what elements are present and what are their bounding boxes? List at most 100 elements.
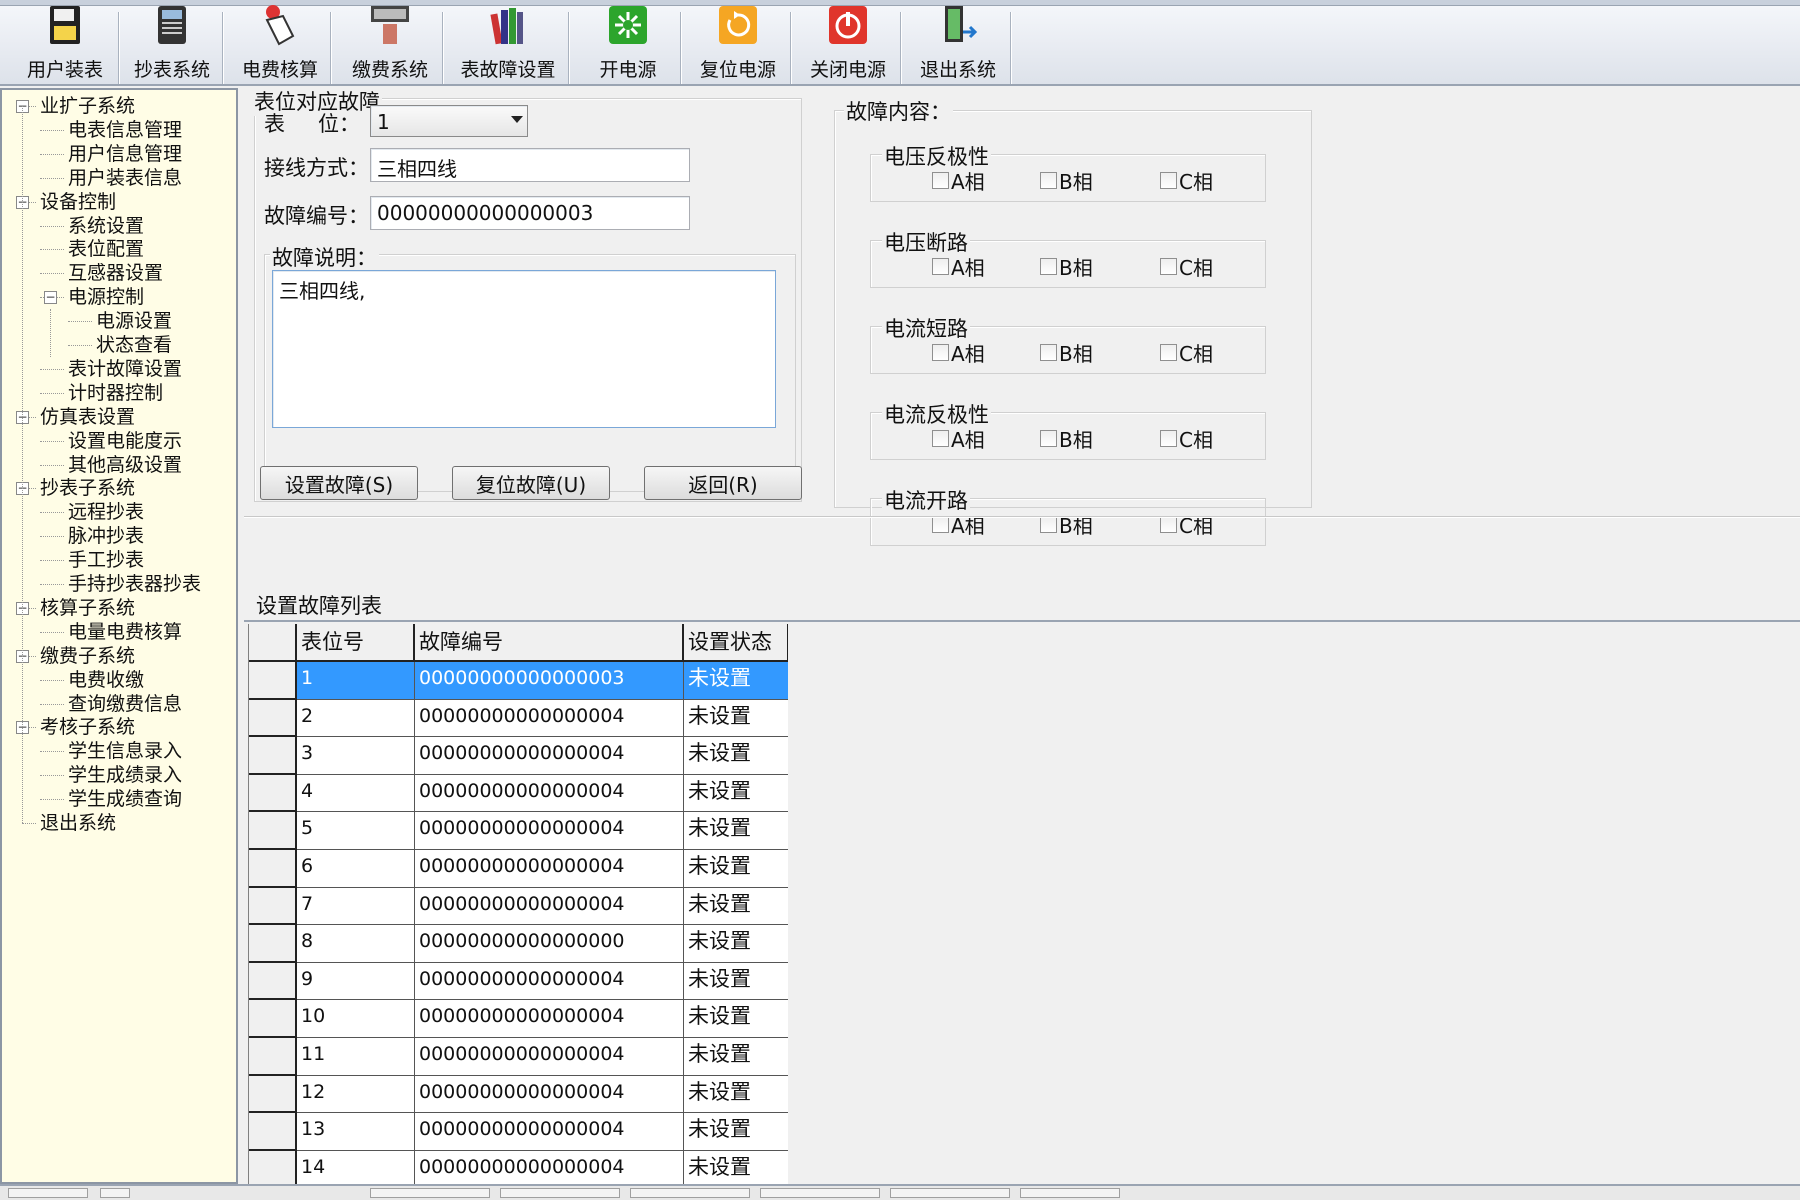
row-header[interactable]: [249, 1038, 297, 1076]
grid-column-header[interactable]: 故障编号: [415, 624, 684, 662]
checkbox-square[interactable]: [1160, 344, 1177, 361]
row-header[interactable]: [249, 925, 297, 963]
tree-item[interactable]: 互感器设置: [68, 261, 163, 285]
toolbar-button[interactable]: 用户装表: [10, 6, 120, 84]
tree-item[interactable]: 核算子系统: [40, 596, 135, 620]
tree-item[interactable]: 电费收缴: [68, 668, 144, 692]
table-row[interactable]: 5 00000000000000004 未设置: [249, 812, 788, 850]
table-row[interactable]: 3 00000000000000004 未设置: [249, 737, 788, 775]
phase-checkbox[interactable]: C相: [1160, 510, 1213, 539]
row-header[interactable]: [249, 1000, 297, 1038]
row-header[interactable]: [249, 737, 297, 775]
tree-item[interactable]: 缴费子系统: [40, 644, 135, 668]
row-header[interactable]: [249, 1150, 297, 1184]
phase-checkbox[interactable]: A相: [932, 166, 985, 195]
checkbox-square[interactable]: [932, 258, 949, 275]
table-row[interactable]: 14 00000000000000004 未设置: [249, 1150, 788, 1184]
toolbar-button[interactable]: 抄表系统: [120, 6, 224, 84]
row-header[interactable]: [249, 962, 297, 1001]
fault-desc-textarea[interactable]: 三相四线,: [272, 270, 776, 428]
table-row[interactable]: 11 00000000000000004 未设置: [249, 1038, 788, 1076]
tree-item[interactable]: 远程抄表: [68, 500, 144, 524]
checkbox-square[interactable]: [1160, 258, 1177, 275]
fault-list-grid[interactable]: 表位号 故障编号 设置状态 1 00000000000000003 未设置 2 0000000…: [248, 624, 788, 1184]
set-fault-button[interactable]: 设置故障(S): [260, 466, 418, 500]
checkbox-square[interactable]: [1160, 172, 1177, 189]
row-header[interactable]: [249, 887, 297, 926]
phase-checkbox[interactable]: C相: [1160, 338, 1213, 367]
row-header[interactable]: [249, 850, 297, 888]
table-row[interactable]: 12 00000000000000004 未设置: [249, 1075, 788, 1114]
tree-item[interactable]: 学生成绩查询: [68, 787, 182, 811]
phase-checkbox[interactable]: C相: [1160, 424, 1213, 453]
toolbar-button[interactable]: 表故障设置: [446, 8, 570, 84]
checkbox-square[interactable]: [1040, 430, 1057, 447]
grid-column-header[interactable]: 表位号: [297, 624, 415, 662]
tree-item[interactable]: 退出系统: [40, 811, 116, 835]
phase-checkbox[interactable]: C相: [1160, 252, 1213, 281]
wiring-field[interactable]: 三相四线: [370, 148, 690, 182]
navigation-tree[interactable]: 业扩子系统 − 电表信息管理 用户信息管理 用户装表信息 设备控制 − 系统设置 表位配置 互感器…: [0, 88, 238, 1184]
tree-item[interactable]: 查询缴费信息: [68, 692, 182, 716]
table-row[interactable]: 13 00000000000000004 未设置: [249, 1113, 788, 1151]
tree-item[interactable]: 表位配置: [68, 237, 144, 261]
tree-collapse-icon[interactable]: −: [44, 291, 57, 305]
checkbox-square[interactable]: [932, 516, 949, 533]
phase-checkbox[interactable]: B相: [1040, 338, 1093, 367]
row-header[interactable]: [249, 1075, 297, 1114]
table-row[interactable]: 10 00000000000000004 未设置: [249, 1000, 788, 1038]
checkbox-square[interactable]: [932, 172, 949, 189]
tree-item[interactable]: 考核子系统: [40, 715, 135, 739]
table-row[interactable]: 9 00000000000000004 未设置: [249, 962, 788, 1001]
toolbar-button[interactable]: 缴费系统: [336, 6, 444, 84]
table-row[interactable]: 7 00000000000000004 未设置: [249, 887, 788, 926]
table-row[interactable]: 6 00000000000000004 未设置: [249, 850, 788, 888]
table-row[interactable]: 1 00000000000000003 未设置: [249, 662, 788, 700]
checkbox-square[interactable]: [932, 344, 949, 361]
row-header[interactable]: [249, 812, 297, 850]
tree-item[interactable]: 仿真表设置: [40, 405, 135, 429]
toolbar-button[interactable]: 开电源: [574, 6, 682, 84]
tree-item[interactable]: 状态查看: [96, 333, 172, 357]
table-row[interactable]: 4 00000000000000004 未设置: [249, 774, 788, 813]
chevron-down-icon[interactable]: [511, 116, 523, 123]
grid-column-header[interactable]: 设置状态: [684, 624, 788, 662]
checkbox-square[interactable]: [932, 430, 949, 447]
checkbox-square[interactable]: [1160, 516, 1177, 533]
table-row[interactable]: 2 00000000000000004 未设置: [249, 699, 788, 738]
tree-item[interactable]: 电量电费核算: [68, 620, 182, 644]
tree-item[interactable]: 手工抄表: [68, 548, 144, 572]
tree-item[interactable]: 脉冲抄表: [68, 524, 144, 548]
phase-checkbox[interactable]: A相: [932, 338, 985, 367]
checkbox-square[interactable]: [1040, 258, 1057, 275]
toolbar-button[interactable]: 复位电源: [684, 6, 792, 84]
tree-item[interactable]: 手持抄表器抄表: [68, 572, 201, 596]
phase-checkbox[interactable]: B相: [1040, 252, 1093, 281]
phase-checkbox[interactable]: C相: [1160, 166, 1213, 195]
table-row[interactable]: 8 00000000000000000 未设置: [249, 925, 788, 963]
position-select[interactable]: 1: [370, 105, 528, 137]
tree-item[interactable]: 计时器控制: [68, 381, 163, 405]
checkbox-square[interactable]: [1160, 430, 1177, 447]
tree-item[interactable]: 电源控制: [68, 285, 144, 309]
row-header[interactable]: [249, 774, 297, 813]
tree-item[interactable]: 学生成绩录入: [68, 763, 182, 787]
phase-checkbox[interactable]: A相: [932, 424, 985, 453]
phase-checkbox[interactable]: B相: [1040, 166, 1093, 195]
row-header[interactable]: [249, 662, 297, 700]
toolbar-button[interactable]: 电费核算: [228, 5, 332, 84]
tree-item[interactable]: 设置电能度示: [68, 429, 182, 453]
tree-item[interactable]: 其他高级设置: [68, 453, 182, 477]
tree-item[interactable]: 业扩子系统: [40, 94, 135, 118]
checkbox-square[interactable]: [1040, 172, 1057, 189]
tree-item[interactable]: 电源设置: [96, 309, 172, 333]
toolbar-button[interactable]: 退出系统: [904, 6, 1012, 84]
phase-checkbox[interactable]: B相: [1040, 510, 1093, 539]
tree-item[interactable]: 用户信息管理: [68, 142, 182, 166]
tree-item[interactable]: 系统设置: [68, 214, 144, 238]
tree-item[interactable]: 抄表子系统: [40, 476, 135, 500]
reset-fault-button[interactable]: 复位故障(U): [452, 466, 610, 500]
phase-checkbox[interactable]: A相: [932, 252, 985, 281]
back-button[interactable]: 返回(R): [644, 466, 802, 500]
tree-item[interactable]: 学生信息录入: [68, 739, 182, 763]
